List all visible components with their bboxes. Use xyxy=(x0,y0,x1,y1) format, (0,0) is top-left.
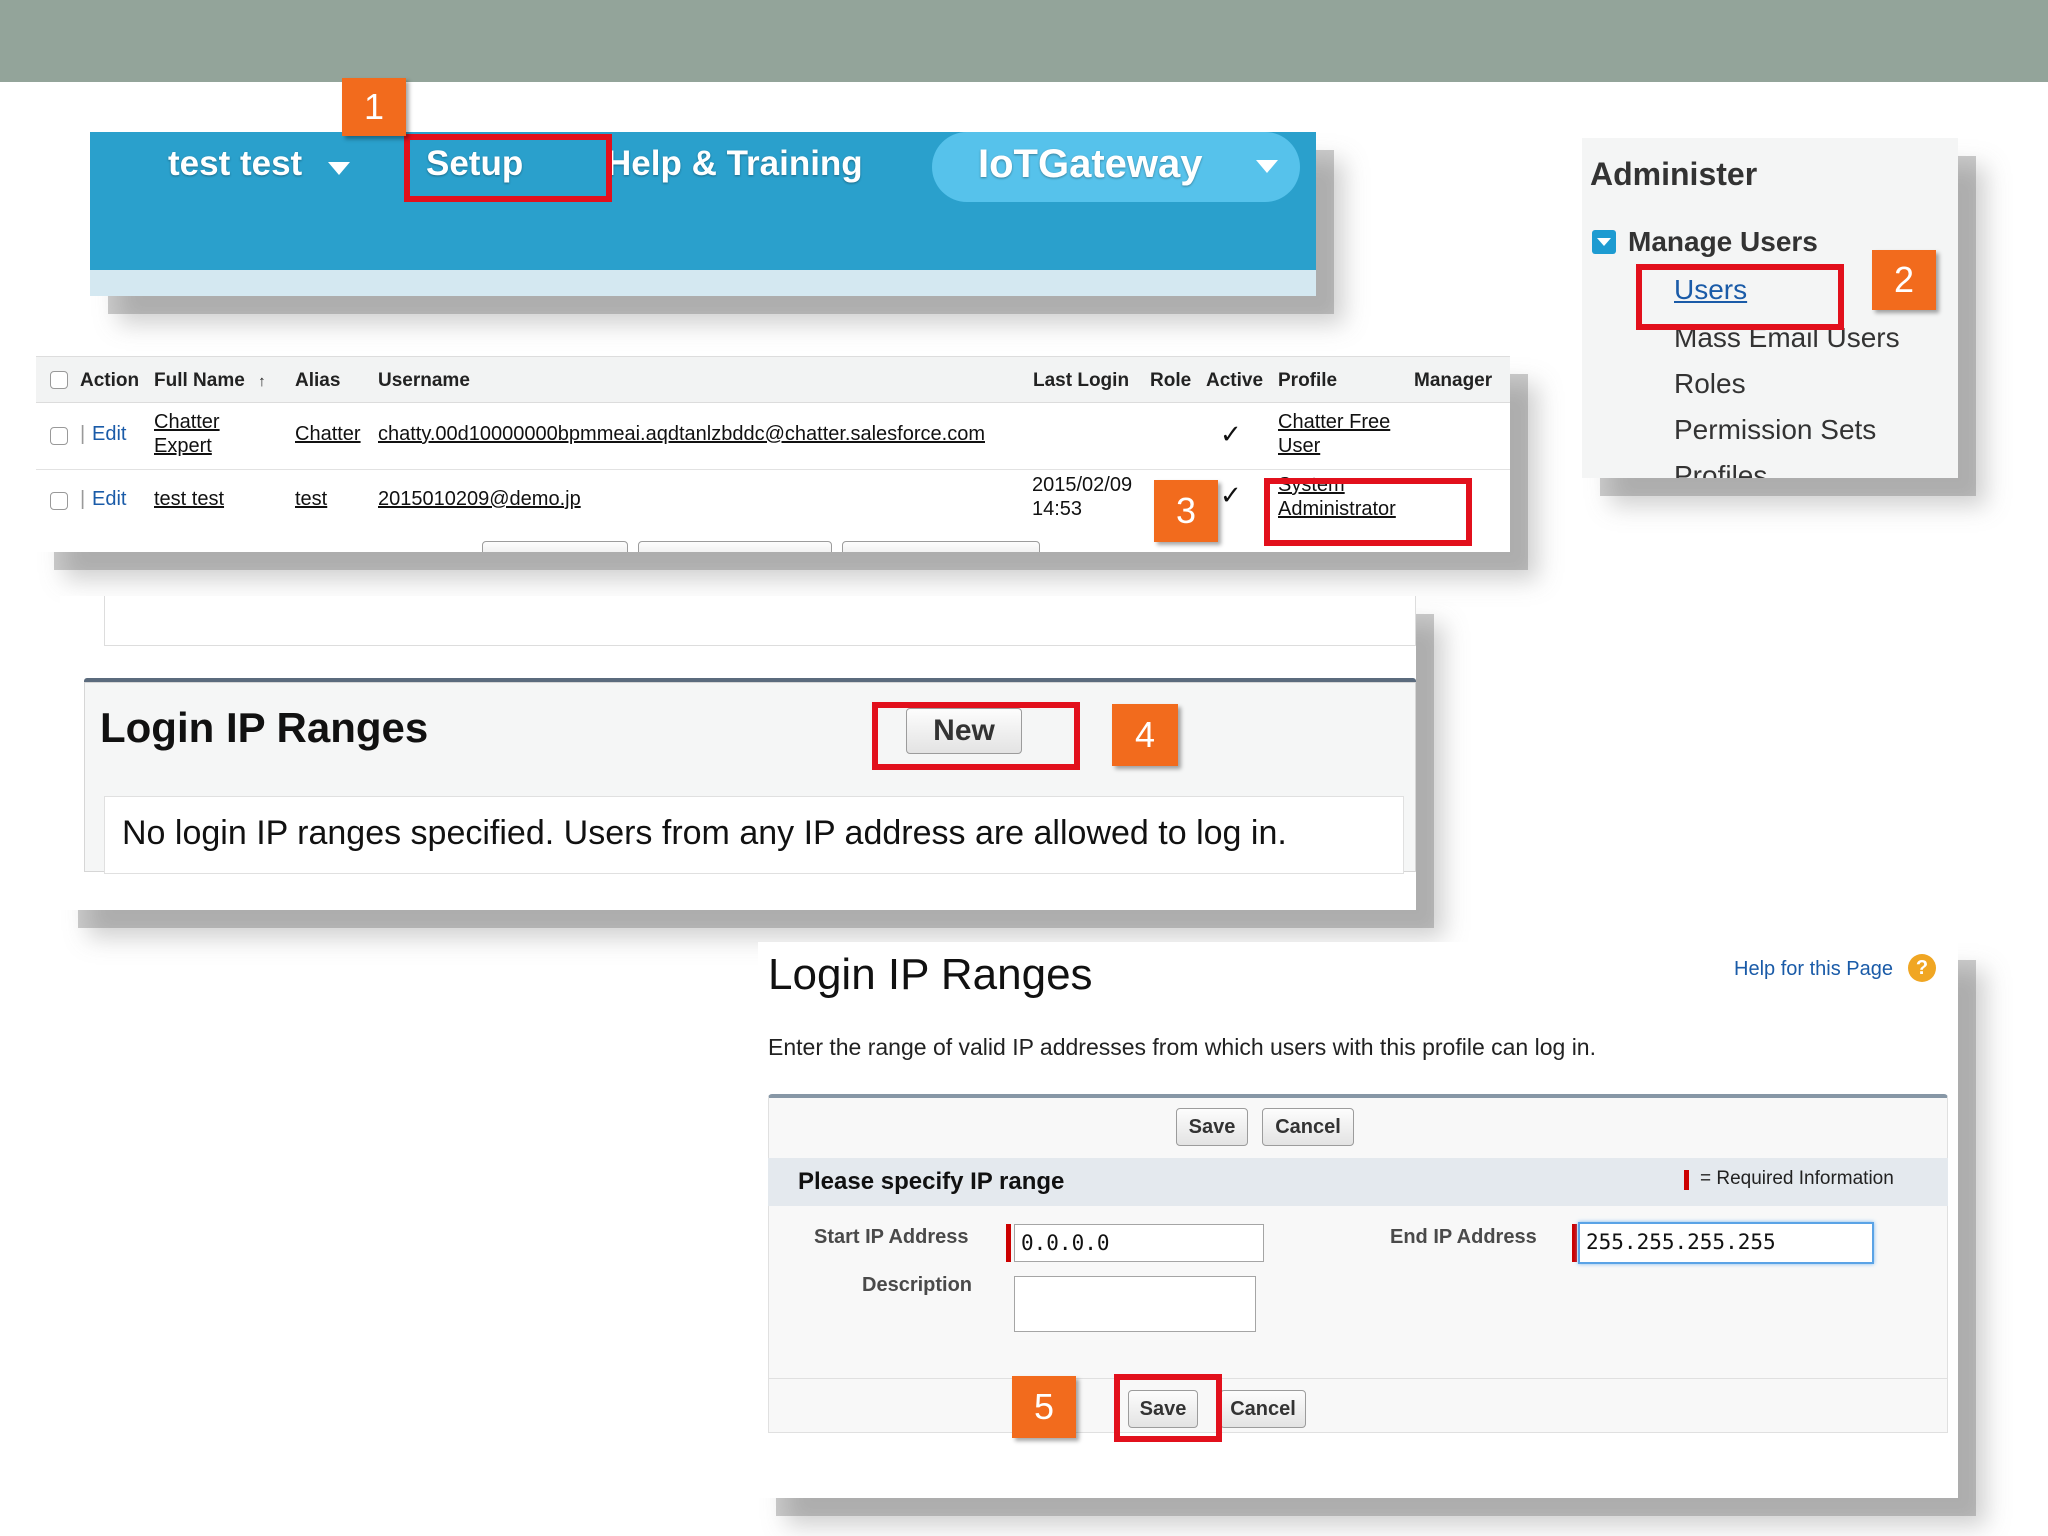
slide-top-bar xyxy=(0,0,2048,82)
active-check-icon: ✓ xyxy=(1220,480,1242,510)
login-hours-remnant xyxy=(104,596,1416,646)
cancel-button-top[interactable]: Cancel xyxy=(1262,1108,1354,1146)
save-button-top[interactable]: Save xyxy=(1176,1108,1248,1146)
login-ip-form: Login IP Ranges Help for this Page ? Ent… xyxy=(758,942,1958,1498)
username-link[interactable]: chatty.00d10000000bpmmeai.aqdtanlzbddc@c… xyxy=(378,423,985,446)
table-row: | Edit Chatter Expert Chatter chatty.00d… xyxy=(36,403,1510,469)
step-callout-4: 4 xyxy=(1112,704,1178,766)
last-login-date: 2015/02/09 xyxy=(1032,474,1133,496)
col-action: Action xyxy=(80,370,140,391)
col-username[interactable]: Username xyxy=(378,370,470,392)
end-ip-input[interactable]: 255.255.255.255 xyxy=(1578,1222,1874,1264)
alias-link[interactable]: Chatter xyxy=(295,423,361,446)
start-ip-label: Start IP Address xyxy=(814,1226,969,1248)
full-name-link[interactable]: Chatter xyxy=(154,411,220,434)
table-action-button[interactable] xyxy=(842,541,1040,552)
app-name: IoTGateway xyxy=(978,142,1203,186)
required-legend: = Required Information xyxy=(1700,1168,1894,1189)
full-name-link[interactable]: test test xyxy=(154,488,224,511)
step-callout-1: 1 xyxy=(342,78,406,136)
section-title: Login IP Ranges xyxy=(100,704,429,751)
sidebar-item-roles[interactable]: Roles xyxy=(1674,368,1746,400)
col-alias[interactable]: Alias xyxy=(295,370,340,392)
table-action-button[interactable] xyxy=(638,541,832,552)
col-full-name[interactable]: Full Name ↑ xyxy=(154,370,266,392)
app-chevron-down-icon[interactable] xyxy=(1256,160,1278,173)
highlight-new-button xyxy=(872,702,1080,770)
select-all-checkbox[interactable] xyxy=(50,371,68,389)
collapse-icon[interactable] xyxy=(1592,230,1616,254)
col-last-login[interactable]: Last Login xyxy=(1033,370,1129,392)
required-marker xyxy=(1006,1224,1011,1262)
action-separator: | xyxy=(80,488,86,510)
col-active[interactable]: Active xyxy=(1206,370,1263,392)
step-callout-2: 2 xyxy=(1872,250,1936,310)
step-callout-5: 5 xyxy=(1012,1376,1076,1438)
header-bottom-strip xyxy=(90,270,1316,296)
sort-arrow-icon: ↑ xyxy=(258,373,266,390)
empty-state-message: No login IP ranges specified. Users from… xyxy=(122,814,1287,852)
active-check-icon: ✓ xyxy=(1220,419,1242,449)
table-action-button[interactable] xyxy=(482,541,628,552)
profile-link[interactable]: Chatter Free xyxy=(1278,411,1390,434)
chevron-down-icon[interactable] xyxy=(328,162,350,175)
sidebar-item-profiles[interactable]: Profiles xyxy=(1674,460,1767,478)
help-training-link[interactable]: Help & Training xyxy=(606,144,863,184)
profile-link-line2[interactable]: User xyxy=(1278,435,1320,458)
step-callout-3: 3 xyxy=(1154,480,1218,542)
cancel-button-bottom[interactable]: Cancel xyxy=(1220,1390,1306,1428)
sidebar-item-permission-sets[interactable]: Permission Sets xyxy=(1674,414,1876,446)
username-link[interactable]: 2015010209@demo.jp xyxy=(378,488,581,511)
highlight-setup xyxy=(404,134,612,202)
row-checkbox[interactable] xyxy=(50,492,68,510)
required-marker xyxy=(1684,1170,1689,1190)
col-profile[interactable]: Profile xyxy=(1278,370,1337,392)
highlight-system-administrator xyxy=(1264,478,1472,546)
help-icon[interactable]: ? xyxy=(1908,954,1936,982)
description-label: Description xyxy=(862,1274,973,1296)
col-role[interactable]: Role xyxy=(1150,370,1191,392)
description-textarea[interactable] xyxy=(1014,1276,1256,1332)
start-ip-input[interactable]: 0.0.0.0 xyxy=(1014,1224,1264,1262)
highlight-save-button xyxy=(1114,1374,1222,1442)
end-ip-label: End IP Address xyxy=(1390,1226,1537,1248)
login-ip-ranges-panel: Login IP Ranges New No login IP ranges s… xyxy=(60,596,1416,910)
administer-title: Administer xyxy=(1590,156,1758,192)
required-marker xyxy=(1572,1224,1577,1262)
edit-link[interactable]: Edit xyxy=(92,488,126,511)
edit-link[interactable]: Edit xyxy=(92,423,126,446)
section-title: Please specify IP range xyxy=(798,1168,1065,1195)
user-menu[interactable]: test test xyxy=(168,144,302,184)
highlight-users xyxy=(1636,264,1844,330)
last-login-time: 14:53 xyxy=(1032,498,1083,520)
manage-users-section[interactable]: Manage Users xyxy=(1628,226,1818,258)
row-checkbox[interactable] xyxy=(50,427,68,445)
col-manager[interactable]: Manager xyxy=(1414,370,1492,392)
user-name: test test xyxy=(168,144,303,183)
action-separator: | xyxy=(80,423,86,445)
full-name-link-line2[interactable]: Expert xyxy=(154,435,212,458)
form-footer xyxy=(768,1379,1948,1433)
help-link[interactable]: Help for this Page xyxy=(1734,958,1893,981)
alias-link[interactable]: test xyxy=(295,488,327,511)
form-title: Login IP Ranges xyxy=(768,950,1093,999)
form-description: Enter the range of valid IP addresses fr… xyxy=(768,1034,1596,1060)
